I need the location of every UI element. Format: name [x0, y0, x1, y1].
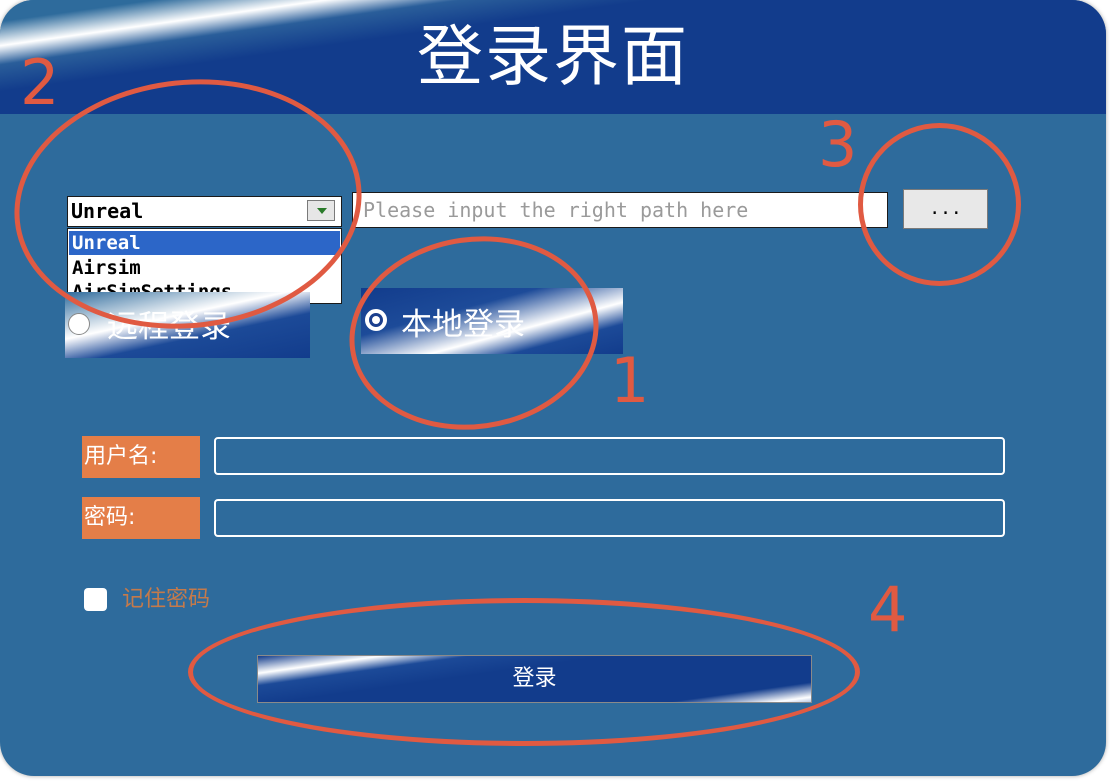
username-label: 用户名: — [82, 436, 200, 478]
radio-circle-icon — [68, 313, 90, 335]
remember-password-checkbox[interactable] — [84, 588, 107, 611]
path-input-placeholder: Please input the right path here — [363, 198, 749, 222]
annotation-ellipse-4 — [188, 598, 860, 746]
annotation-ellipse-3 — [858, 123, 1021, 286]
login-window: 登录界面 Unreal Unreal Airsim AirSimSettings… — [0, 0, 1106, 776]
annotation-ellipse-1 — [336, 220, 612, 446]
username-input[interactable] — [214, 437, 1005, 475]
password-input[interactable] — [214, 499, 1005, 537]
path-input[interactable]: Please input the right path here — [352, 192, 888, 228]
annotation-number-2: 2 — [20, 46, 60, 119]
annotation-number-4: 4 — [868, 573, 908, 646]
password-label: 密码: — [82, 497, 200, 539]
annotation-number-3: 3 — [818, 108, 858, 181]
annotation-number-1: 1 — [610, 344, 650, 417]
remember-password-label: 记住密码 — [122, 587, 211, 612]
